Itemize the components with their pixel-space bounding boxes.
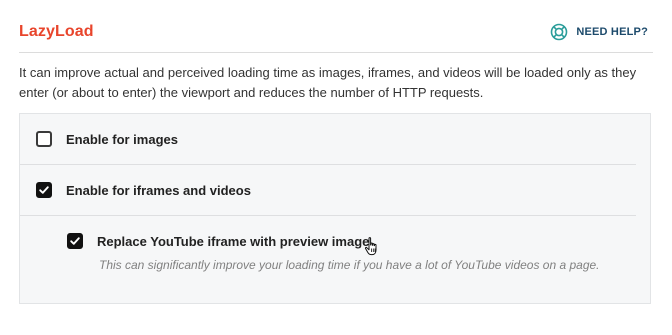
option-youtube-preview[interactable]: Replace YouTube iframe with preview imag… [67,233,634,249]
need-help-label: NEED HELP? [576,26,648,38]
images-checkbox[interactable] [36,131,52,147]
option-iframes-videos[interactable]: Enable for iframes and videos [36,182,634,198]
feature-description: It can improve actual and perceived load… [19,65,637,100]
youtube-preview-hint: This can significantly improve your load… [99,258,600,272]
checkmark-icon [39,186,49,194]
iframes-videos-checkbox[interactable] [36,182,52,198]
hand-pointer-cursor [364,237,377,256]
checkmark-icon [70,237,80,245]
need-help-button[interactable]: NEED HELP? [550,22,648,42]
header-divider [19,52,653,53]
options-divider [20,215,636,216]
youtube-preview-checkbox[interactable] [67,233,83,249]
iframes-videos-label[interactable]: Enable for iframes and videos [66,183,251,198]
lifebuoy-icon [551,23,568,41]
images-label[interactable]: Enable for images [66,132,178,147]
lazyload-options-panel: Enable for images Enable for iframes and… [19,113,651,304]
page-title: LazyLoad [19,23,94,40]
youtube-preview-label[interactable]: Replace YouTube iframe with preview imag… [97,234,369,249]
options-divider [20,164,636,165]
option-images[interactable]: Enable for images [36,131,634,147]
